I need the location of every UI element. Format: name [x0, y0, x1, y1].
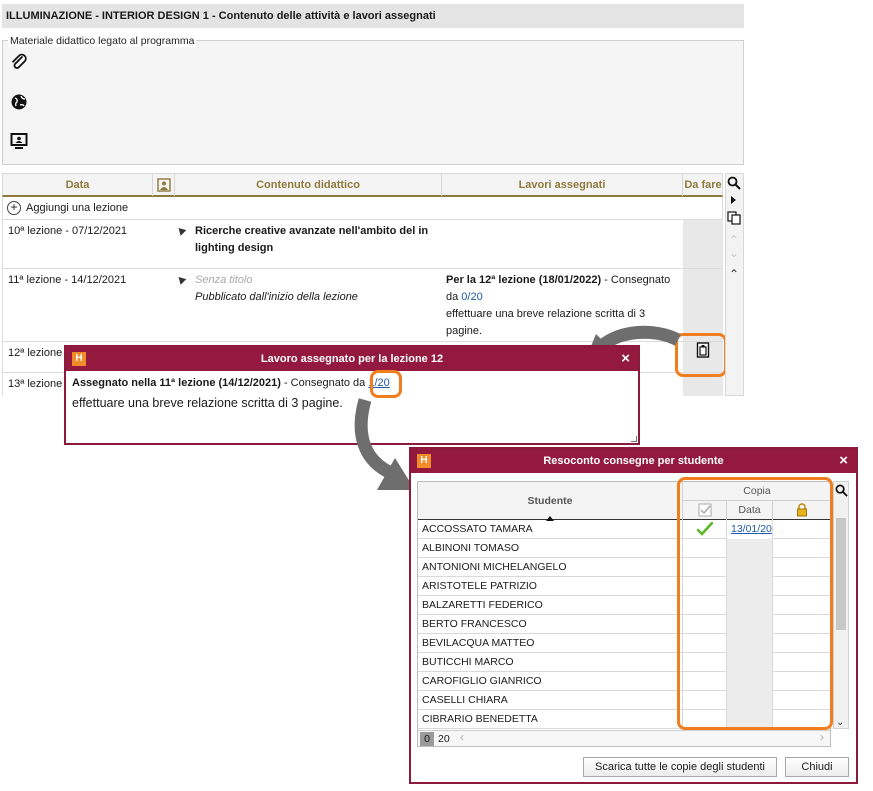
- student-name: BERTO FRANCESCO: [422, 618, 527, 630]
- assignment-info: Assegnato nella 11ª lezione (14/12/2021)…: [72, 377, 390, 389]
- app-logo-icon: H: [72, 352, 86, 366]
- selected-count: 0: [420, 732, 434, 746]
- work-title: Per la 12ª lezione (18/01/2022): [446, 274, 602, 286]
- scroll-left-icon[interactable]: ‹: [460, 730, 464, 744]
- column-student[interactable]: Studente: [418, 482, 682, 520]
- dialog-title-bar: H Lavoro assegnato per la lezione 12 ×: [66, 347, 638, 371]
- close-button[interactable]: Chiudi: [785, 757, 849, 777]
- move-up-icon[interactable]: ⌃: [729, 234, 739, 246]
- vertical-scrollbar[interactable]: ⌄: [833, 481, 849, 729]
- grid-footer: 0 20 ‹ ›: [418, 730, 830, 746]
- monitor-icon[interactable]: [10, 132, 28, 150]
- expand-icon[interactable]: [731, 196, 736, 204]
- person-board-icon: [156, 178, 171, 192]
- highlight-copy-columns: [677, 477, 833, 730]
- student-name: ACCOSSATO TAMARA: [422, 523, 533, 535]
- student-name: CIBRARIO BENEDETTA: [422, 713, 538, 725]
- total-count: 20: [438, 733, 450, 745]
- student-name: BEVILACQUA MATTEO: [422, 637, 535, 649]
- dialog-title: Lavoro assegnato per la lezione 12: [260, 353, 444, 365]
- paperclip-icon[interactable]: [10, 53, 28, 71]
- move-down-icon[interactable]: ⌄: [729, 247, 739, 259]
- student-name: BUTICCHI MARCO: [422, 656, 514, 668]
- assignment-text: effettuare una breve relazione scritta d…: [72, 396, 343, 410]
- column-visibility[interactable]: [153, 174, 175, 196]
- lesson-date[interactable]: 10ª lezione - 07/12/2021: [8, 223, 127, 240]
- page-title: ILLUMINAZIONE - INTERIOR DESIGN 1 - Cont…: [2, 4, 744, 28]
- student-name: CAROFIGLIO GIANRICO: [422, 675, 542, 687]
- lesson-date[interactable]: 12ª lezione: [8, 345, 62, 362]
- dialog-title: Resoconto consegne per studente: [543, 455, 724, 467]
- search-icon[interactable]: [835, 484, 848, 497]
- add-lesson-link[interactable]: Aggiungi una lezione: [26, 200, 128, 217]
- highlight-todo-icon: [675, 333, 727, 377]
- lesson-content-title[interactable]: Ricerche creative avanzate nell'ambito d…: [195, 223, 440, 257]
- resize-grip-icon[interactable]: [631, 436, 637, 442]
- student-name: ALBINONI TOMASO: [422, 542, 520, 554]
- student-name: BALZARETTI FEDERICO: [422, 599, 543, 611]
- app-logo-icon: H: [417, 454, 431, 468]
- scroll-down-icon[interactable]: ⌄: [836, 717, 844, 728]
- column-data[interactable]: Data: [3, 174, 153, 196]
- globe-icon[interactable]: [10, 93, 28, 111]
- delivered-count-link[interactable]: 0/20: [461, 291, 482, 303]
- column-work[interactable]: Lavori assegnati: [442, 174, 683, 196]
- copy-icon[interactable]: [727, 211, 741, 225]
- student-name: ANTONIONI MICHELANGELO: [422, 561, 567, 573]
- report-dialog: H Resoconto consegne per studente × Stud…: [409, 447, 858, 784]
- highlight-count-link: [370, 370, 402, 398]
- dialog-title-bar: H Resoconto consegne per studente ×: [411, 449, 856, 473]
- materials-legend: Materiale didattico legato al programma: [8, 35, 197, 47]
- table-header: Data Contenuto didattico Lavori assegnat…: [2, 173, 723, 197]
- lesson-content-title[interactable]: Senza titolo: [195, 272, 252, 289]
- assigned-label: Assegnato nella 11ª lezione (14/12/2021): [72, 377, 281, 389]
- delivered-label: - Consegnato da: [280, 377, 369, 389]
- download-copies-button[interactable]: Scarica tutte le copie degli studenti: [583, 757, 777, 777]
- search-icon[interactable]: [727, 176, 741, 190]
- scroll-right-icon[interactable]: ›: [820, 730, 824, 744]
- close-icon[interactable]: ×: [621, 347, 630, 371]
- column-content[interactable]: Contenuto didattico: [175, 174, 442, 196]
- materials-panel: [2, 40, 744, 165]
- table-toolbar: [725, 173, 744, 396]
- column-todo[interactable]: Da fare: [683, 174, 723, 196]
- scrollbar-thumb[interactable]: [836, 518, 846, 630]
- student-name: ARISTOTELE PATRIZIO: [422, 580, 537, 592]
- lesson-date[interactable]: 13ª lezione: [8, 376, 62, 393]
- lesson-date[interactable]: 11ª lezione - 14/12/2021: [8, 272, 126, 289]
- add-icon[interactable]: +: [7, 201, 21, 215]
- close-icon[interactable]: ×: [839, 449, 848, 473]
- scroll-up-icon[interactable]: ⌃: [729, 268, 739, 280]
- student-name: CASELLI CHIARA: [422, 694, 508, 706]
- lesson-content-subtitle: Pubblicato dall'inizio della lezione: [195, 291, 358, 303]
